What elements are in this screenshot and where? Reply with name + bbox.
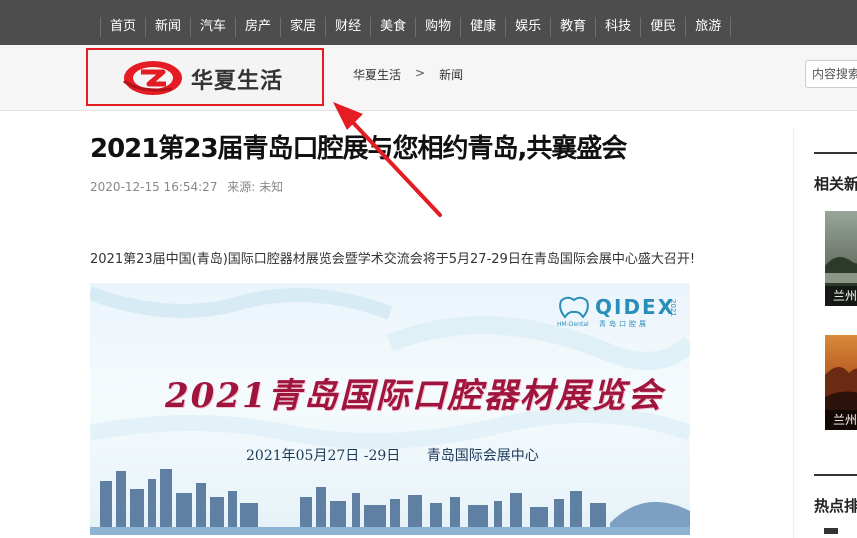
qidex-logo-year: 2021 (669, 299, 677, 317)
right-sidebar: 相关新闻 兰州 兰州 热点排行 (793, 128, 857, 538)
nav-item[interactable]: 教育 (550, 17, 595, 37)
annotation-arrow-icon (333, 102, 442, 217)
sidebar-rule (814, 474, 857, 476)
nav-item[interactable]: 首页 (100, 17, 145, 37)
related-news-caption: 兰州 (825, 286, 857, 306)
site-logo[interactable]: 华夏生活 (86, 48, 324, 106)
qidex-logo-subtitle: 青岛口腔展 (599, 320, 649, 328)
qidex-logo: QIDEX HM-Dental 青岛口腔展 2021 (557, 295, 685, 331)
hot-ranking-heading: 热点排行 (814, 497, 857, 515)
related-news-item[interactable]: 兰州 (825, 211, 857, 306)
nav-item[interactable]: 新闻 (145, 17, 190, 37)
poster-date-venue: 2021年05月27日 -29日 青岛国际会展中心 (246, 445, 539, 465)
search-box[interactable] (805, 60, 857, 88)
sidebar-rule (814, 152, 857, 154)
nav-item[interactable]: 便民 (640, 17, 685, 37)
related-news-heading: 相关新闻 (814, 175, 857, 193)
search-input[interactable] (812, 62, 857, 86)
nav-item[interactable]: 美食 (370, 17, 415, 37)
breadcrumb-separator: > (415, 66, 426, 80)
breadcrumb-home[interactable]: 华夏生活 (353, 66, 401, 83)
article-paragraph: 2021第23届中国(青岛)国际口腔器材展览会暨学术交流会将于5月27-29日在… (90, 252, 696, 267)
qidex-logo-text: QIDEX (595, 295, 676, 319)
top-nav-bar: 首页 新闻 汽车 房产 家居 财经 美食 购物 健康 娱乐 教育 科技 便民 旅游 (0, 0, 857, 45)
nav-item[interactable]: 健康 (460, 17, 505, 37)
nav-item[interactable]: 财经 (325, 17, 370, 37)
article-source: 来源: 未知 (227, 180, 284, 194)
article-poster-image: QIDEX HM-Dental 青岛口腔展 2021 2021青岛国际口腔器材展… (90, 283, 690, 535)
poster-date: 2021年05月27日 -29日 (246, 448, 401, 464)
nav-item[interactable]: 科技 (595, 17, 640, 37)
tooth-logo-icon (559, 296, 589, 319)
related-news-caption: 兰州 (825, 410, 857, 430)
related-news-item[interactable]: 兰州 (825, 335, 857, 430)
breadcrumb: 华夏生活 > 新闻 (353, 66, 463, 83)
article-date: 2020-12-15 16:54:27 (90, 180, 218, 194)
article-meta: 2020-12-15 16:54:27 来源: 未知 (90, 178, 283, 195)
nav-item[interactable]: 汽车 (190, 17, 235, 37)
logo-mark-icon (123, 61, 182, 95)
ranking-marker (824, 528, 838, 534)
qidex-brand-text: HM-Dental (557, 321, 589, 328)
nav-item[interactable]: 房产 (235, 17, 280, 37)
nav-menu: 首页 新闻 汽车 房产 家居 财经 美食 购物 健康 娱乐 教育 科技 便民 旅游 (100, 15, 732, 39)
nav-item[interactable]: 购物 (415, 17, 460, 37)
poster-headline: 2021青岛国际口腔器材展览会 (165, 376, 664, 416)
logo-text: 华夏生活 (191, 69, 284, 94)
poster-venue: 青岛国际会展中心 (426, 448, 539, 464)
nav-item[interactable]: 家居 (280, 17, 325, 37)
nav-item[interactable]: 旅游 (685, 17, 732, 37)
breadcrumb-current[interactable]: 新闻 (439, 66, 463, 83)
nav-item[interactable]: 娱乐 (505, 17, 550, 37)
